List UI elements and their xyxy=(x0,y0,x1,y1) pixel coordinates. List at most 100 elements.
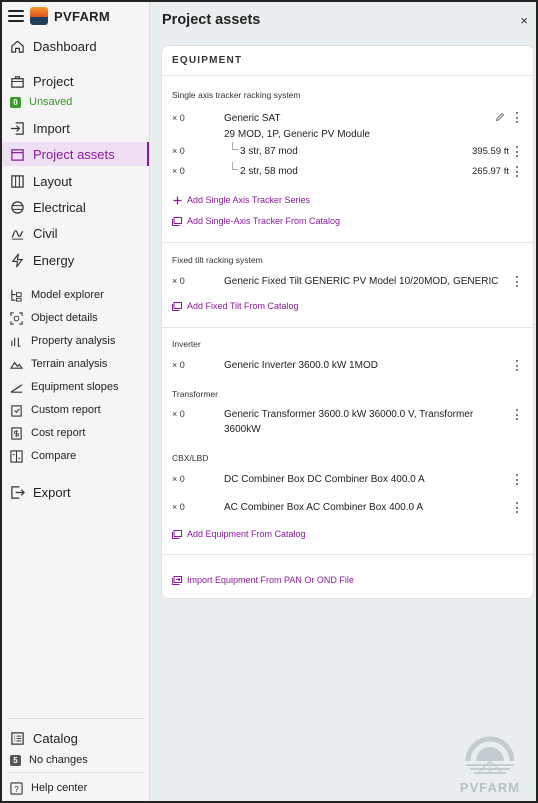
quantity: × 0 xyxy=(172,166,185,176)
box-icon xyxy=(10,147,25,162)
sidebar-item-dashboard[interactable]: Dashboard xyxy=(2,34,149,58)
sidebar-item-layout[interactable]: Layout xyxy=(2,169,149,193)
main-panel: Project assets × EQUIPMENT Single axis t… xyxy=(150,2,536,801)
sidebar-item-model-explorer[interactable]: Model explorer xyxy=(2,284,149,306)
sidebar-item-label: Electrical xyxy=(33,199,86,215)
sidebar-item-equipment-slopes[interactable]: Equipment slopes xyxy=(2,376,149,398)
sidebar-item-terrain-analysis[interactable]: Terrain analysis xyxy=(2,353,149,375)
sidebar-item-label: Project assets xyxy=(33,146,115,162)
sidebar-item-energy[interactable]: Energy xyxy=(2,248,149,272)
panel-header: Project assets × xyxy=(150,2,536,38)
link-label: Import Equipment From PAN Or OND File xyxy=(187,575,354,585)
app-window: PVFARM Dashboard Project 0 Unsaved Impor… xyxy=(0,0,538,803)
quantity: × 0 xyxy=(172,276,185,286)
project-status: 0 Unsaved xyxy=(10,96,72,108)
sidebar-item-label: Project xyxy=(33,73,74,89)
brand-name: PVFARM xyxy=(54,8,110,24)
equipment-name: Generic Transformer 3600.0 kW 36000.0 V,… xyxy=(224,408,473,436)
plus-icon xyxy=(172,196,182,205)
more-options-icon[interactable] xyxy=(516,474,519,485)
section-divider xyxy=(162,242,533,243)
sidebar-item-electrical[interactable]: Electrical xyxy=(2,195,149,219)
sidebar-item-catalog[interactable]: Catalog xyxy=(2,726,149,750)
section-label-sat: Single axis tracker racking system xyxy=(172,90,301,100)
quantity: × 0 xyxy=(172,146,185,156)
compare-icon xyxy=(10,449,23,463)
equipment-name: Generic Inverter 3600.0 kW 1MOD xyxy=(224,360,378,371)
equipment-card: EQUIPMENT Single axis tracker racking sy… xyxy=(162,46,533,598)
section-label-fixed-tilt: Fixed tilt racking system xyxy=(172,255,263,265)
sidebar-item-label: Compare xyxy=(31,450,77,462)
add-tracker-from-catalog-link[interactable]: Add Single-Axis Tracker From Catalog xyxy=(172,216,340,226)
section-label-cbx: CBX/LBD xyxy=(172,453,209,463)
import-equipment-link[interactable]: Import Equipment From PAN Or OND File xyxy=(172,575,354,585)
more-options-icon[interactable] xyxy=(516,409,519,420)
home-icon xyxy=(10,39,25,54)
more-options-icon[interactable] xyxy=(516,502,519,513)
sidebar-item-label: Object details xyxy=(31,312,98,324)
bracket-icon xyxy=(10,335,23,348)
more-options-icon[interactable] xyxy=(516,276,519,287)
civil-icon xyxy=(10,226,25,241)
link-label: Add Single Axis Tracker Series xyxy=(187,195,311,205)
more-options-icon[interactable] xyxy=(516,360,519,371)
clipboard-check-icon xyxy=(10,404,23,417)
sidebar-item-label: Civil xyxy=(33,225,58,241)
link-label: Add Fixed Tilt From Catalog xyxy=(187,301,299,311)
help-icon: ? xyxy=(10,781,23,795)
sidebar-item-label: Terrain analysis xyxy=(31,358,108,370)
sidebar-divider xyxy=(8,772,144,773)
pencil-icon[interactable] xyxy=(495,112,505,125)
pvfarm-watermark-logo xyxy=(465,736,515,774)
project-status-label: Unsaved xyxy=(29,96,73,108)
add-equipment-from-catalog-link[interactable]: Add Equipment From Catalog xyxy=(172,529,306,539)
sidebar-item-project-assets[interactable]: Project assets xyxy=(2,142,149,166)
sidebar-item-export[interactable]: Export xyxy=(2,480,149,504)
tree-connector xyxy=(232,162,238,170)
tree-icon xyxy=(10,289,23,302)
sidebar: PVFARM Dashboard Project 0 Unsaved Impor… xyxy=(2,2,150,801)
series-description: 3 str, 87 mod xyxy=(240,146,298,157)
catalog-status-label: No changes xyxy=(29,754,88,766)
sidebar-item-label: Dashboard xyxy=(33,38,97,54)
object-icon xyxy=(10,311,23,325)
sidebar-item-civil[interactable]: Civil xyxy=(2,221,149,245)
menu-icon[interactable] xyxy=(8,10,24,22)
sidebar-item-label: Catalog xyxy=(33,730,78,746)
equipment-name-line: Generic SAT xyxy=(224,113,281,124)
sidebar-item-project[interactable]: Project xyxy=(2,69,149,93)
sidebar-item-help-center[interactable]: ? Help center xyxy=(2,777,149,799)
more-options-icon[interactable] xyxy=(516,146,519,157)
equipment-name: Generic Fixed Tilt GENERIC PV Model 10/2… xyxy=(224,276,499,287)
tree-connector xyxy=(232,142,238,150)
more-options-icon[interactable] xyxy=(516,112,519,123)
section-label-inverter: Inverter xyxy=(172,339,201,349)
section-divider xyxy=(162,327,533,328)
close-icon[interactable]: × xyxy=(520,13,528,28)
sidebar-item-compare[interactable]: Compare xyxy=(2,445,149,467)
sidebar-item-label: Equipment slopes xyxy=(31,381,119,393)
briefcase-icon xyxy=(10,74,25,89)
lightning-icon xyxy=(10,253,25,268)
watermark-text: PVFARM xyxy=(459,780,521,795)
add-tracker-series-link[interactable]: Add Single Axis Tracker Series xyxy=(172,195,310,205)
sidebar-item-object-details[interactable]: Object details xyxy=(2,307,149,329)
sidebar-item-property-analysis[interactable]: Property analysis xyxy=(2,330,149,352)
sidebar-item-cost-report[interactable]: Cost report xyxy=(2,422,149,444)
link-label: Add Single-Axis Tracker From Catalog xyxy=(187,216,341,226)
pvfarm-logo xyxy=(30,7,48,25)
more-options-icon[interactable] xyxy=(516,166,519,177)
catalog-icon xyxy=(172,301,182,311)
series-length: 265.97 ft xyxy=(472,166,509,177)
sidebar-item-import[interactable]: Import xyxy=(2,116,149,140)
series-length: 395.59 ft xyxy=(472,146,509,157)
sidebar-item-label: Energy xyxy=(33,252,75,268)
sidebar-item-custom-report[interactable]: Custom report xyxy=(2,399,149,421)
svg-text:?: ? xyxy=(14,783,19,793)
equipment-name: Generic SAT 29 MOD, 1P, Generic PV Modul… xyxy=(224,112,370,141)
sidebar-item-label: Export xyxy=(33,484,71,500)
add-fixed-tilt-from-catalog-link[interactable]: Add Fixed Tilt From Catalog xyxy=(172,301,299,311)
list-icon xyxy=(10,731,25,746)
catalog-status: 5 No changes xyxy=(10,754,88,766)
catalog-icon xyxy=(172,529,182,539)
